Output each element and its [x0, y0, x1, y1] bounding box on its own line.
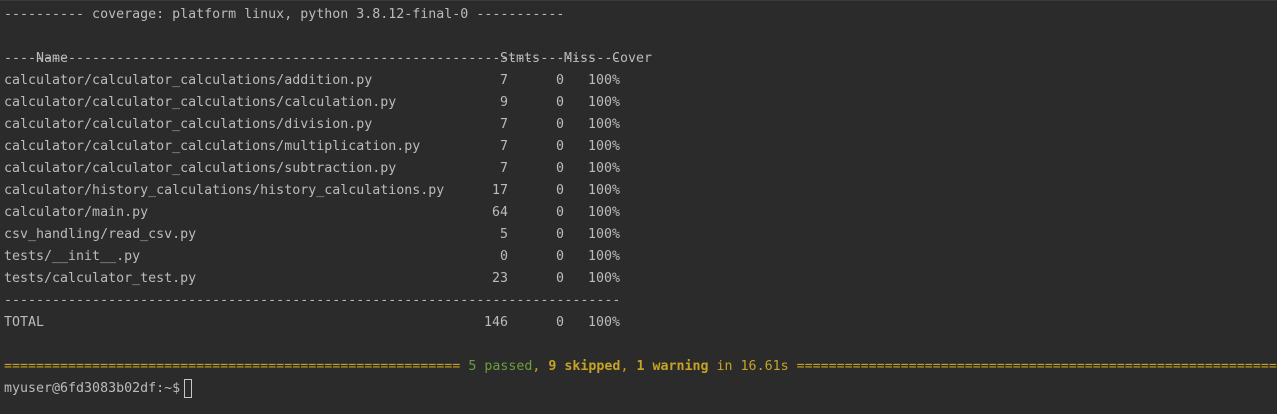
row-stmts: 9	[499, 95, 508, 110]
summary-duration: in 16.61s	[708, 359, 797, 374]
row-miss: 0	[555, 205, 564, 220]
table-row: calculator/main.py 64 0 100%	[4, 202, 620, 224]
summary-right-rule: ========================================…	[796, 359, 1277, 374]
row-miss: 0	[555, 183, 564, 198]
coverage-header: ---------- coverage: platform linux, pyt…	[4, 7, 565, 22]
table-row: csv_handling/read_csv.py 5 0 100%	[4, 224, 620, 246]
total-miss: 0	[555, 315, 564, 330]
row-stmts: 64	[491, 205, 508, 220]
table-header: Name Stmts Miss Cover	[4, 26, 652, 66]
row-miss: 0	[555, 249, 564, 264]
row-cover: 100%	[587, 205, 620, 220]
summary-comma: ,	[532, 359, 549, 374]
row-cover: 100%	[587, 95, 620, 110]
shell-prompt: myuser@6fd3083b02df:~$	[4, 381, 181, 396]
row-stmts: 17	[491, 183, 508, 198]
row-miss: 0	[555, 271, 564, 286]
table-row: calculator/calculator_calculations/calcu…	[4, 92, 620, 114]
row-name: calculator/calculator_calculations/calcu…	[4, 95, 397, 110]
prompt-line[interactable]: myuser@6fd3083b02df:~$	[4, 378, 193, 400]
row-miss: 0	[555, 139, 564, 154]
row-name: csv_handling/read_csv.py	[4, 227, 197, 242]
row-miss: 0	[555, 117, 564, 132]
row-miss: 0	[555, 227, 564, 242]
row-miss: 0	[555, 95, 564, 110]
test-summary: ========================================…	[4, 356, 1277, 378]
row-stmts: 7	[499, 161, 508, 176]
row-cover: 100%	[587, 73, 620, 88]
row-cover: 100%	[587, 117, 620, 132]
row-name: calculator/history_calculations/history_…	[4, 183, 445, 198]
row-stmts: 5	[499, 227, 508, 242]
table-row: calculator/calculator_calculations/divis…	[4, 114, 620, 136]
row-name: calculator/calculator_calculations/multi…	[4, 139, 421, 154]
skipped-count: 9 skipped	[548, 359, 621, 374]
warning-count: 1 warning	[636, 359, 709, 374]
text-cursor[interactable]	[184, 378, 193, 398]
terminal-output[interactable]: ---------- coverage: platform linux, pyt…	[0, 0, 1277, 414]
row-name: tests/__init__.py	[4, 249, 141, 264]
row-stmts: 7	[499, 73, 508, 88]
row-name: tests/calculator_test.py	[4, 271, 197, 286]
table-row: tests/__init__.py 0 0 100%	[4, 246, 620, 268]
summary-comma: ,	[620, 359, 637, 374]
row-stmts: 0	[499, 249, 508, 264]
row-stmts: 7	[499, 117, 508, 132]
passed-count: 5 passed	[468, 359, 533, 374]
total-row: TOTAL 146 0 100%	[4, 312, 620, 334]
row-name: calculator/main.py	[4, 205, 149, 220]
row-stmts: 23	[491, 271, 508, 286]
row-cover: 100%	[587, 249, 620, 264]
row-name: calculator/calculator_calculations/subtr…	[4, 161, 397, 176]
row-cover: 100%	[587, 183, 620, 198]
row-name: calculator/calculator_calculations/addit…	[4, 73, 373, 88]
table-row: calculator/history_calculations/history_…	[4, 180, 620, 202]
row-cover: 100%	[587, 271, 620, 286]
row-cover: 100%	[587, 227, 620, 242]
table-row: tests/calculator_test.py 23 0 100%	[4, 268, 620, 290]
row-miss: 0	[555, 73, 564, 88]
summary-left-rule: ========================================…	[4, 359, 461, 374]
total-name: TOTAL	[4, 315, 45, 330]
row-miss: 0	[555, 161, 564, 176]
total-cover: 100%	[587, 315, 620, 330]
row-cover: 100%	[587, 139, 620, 154]
table-row: calculator/calculator_calculations/addit…	[4, 70, 620, 92]
separator-top: ----------------------------------------…	[4, 51, 621, 66]
table-row: calculator/calculator_calculations/multi…	[4, 136, 620, 158]
separator-bottom: ----------------------------------------…	[4, 293, 621, 308]
row-name: calculator/calculator_calculations/divis…	[4, 117, 373, 132]
table-row: calculator/calculator_calculations/subtr…	[4, 158, 620, 180]
row-cover: 100%	[587, 161, 620, 176]
row-stmts: 7	[499, 139, 508, 154]
total-stmts: 146	[483, 315, 508, 330]
